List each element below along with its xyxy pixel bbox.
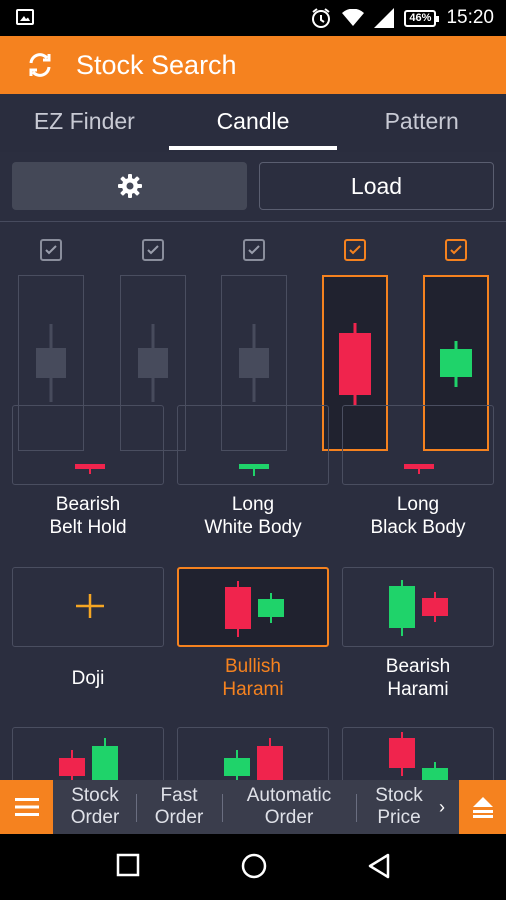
- load-button[interactable]: Load: [259, 162, 494, 210]
- tab-bar: EZ Finder Candle Pattern: [0, 94, 506, 152]
- app-header: Stock Search: [0, 36, 506, 94]
- slot-checkbox[interactable]: [40, 239, 62, 261]
- wifi-icon: [342, 9, 365, 26]
- pattern-thumbnail[interactable]: [12, 405, 164, 485]
- pattern-label: Bullish Harami: [222, 656, 284, 700]
- alarm-icon: [312, 8, 331, 28]
- pattern-thumbnail[interactable]: [12, 727, 164, 780]
- stock-order-button[interactable]: Stock Order: [58, 780, 132, 834]
- slot-checkbox[interactable]: [243, 239, 265, 261]
- home-icon[interactable]: [241, 853, 267, 879]
- clock: 15:20: [446, 7, 494, 28]
- pattern-thumbnail[interactable]: [177, 567, 329, 647]
- divider: [222, 794, 223, 822]
- pattern-label: Bearish Belt Hold: [49, 494, 127, 538]
- action-row: Load: [0, 152, 506, 222]
- fast-order-button[interactable]: Fast Order: [140, 780, 218, 834]
- menu-button[interactable]: [0, 780, 53, 834]
- hamburger-icon: [14, 798, 39, 816]
- stock-price-button[interactable]: Stock Price: [360, 780, 438, 834]
- pattern-thumbnail[interactable]: [342, 727, 494, 780]
- signal-icon: [374, 8, 395, 28]
- scroll-up-button[interactable]: [459, 780, 506, 834]
- system-nav-bar: [0, 834, 506, 900]
- divider: [356, 794, 357, 822]
- recent-apps-icon[interactable]: [116, 853, 140, 877]
- pattern-label: Long White Body: [204, 494, 302, 538]
- back-icon[interactable]: [367, 853, 391, 879]
- tab-ez-finder[interactable]: EZ Finder: [0, 94, 169, 152]
- pattern-thumbnail[interactable]: [342, 567, 494, 647]
- pattern-thumbnail[interactable]: [177, 727, 329, 780]
- slot-checkbox[interactable]: [344, 239, 366, 261]
- image-icon: [16, 9, 34, 25]
- settings-button[interactable]: [12, 162, 247, 210]
- pattern-label: Doji: [71, 668, 105, 689]
- tab-pattern[interactable]: Pattern: [337, 94, 506, 152]
- pattern-label: Bearish Harami: [385, 656, 451, 700]
- refresh-icon[interactable]: [22, 47, 58, 83]
- battery-icon: 46%: [404, 9, 440, 27]
- eject-icon: [472, 797, 493, 818]
- candle-panel: Load Bearish Belt Hold Long White Body L…: [0, 152, 506, 780]
- page-title: Stock Search: [76, 49, 237, 80]
- gear-icon: [117, 174, 142, 198]
- bottom-order-bar: Stock Order Fast Order Automatic Order S…: [0, 780, 506, 834]
- pattern-thumbnail[interactable]: [177, 405, 329, 485]
- tab-candle[interactable]: Candle: [168, 94, 338, 152]
- automatic-order-button[interactable]: Automatic Order: [226, 780, 352, 834]
- pattern-label: Long Black Body: [370, 494, 466, 538]
- slot-checkbox[interactable]: [142, 239, 164, 261]
- pattern-thumbnail[interactable]: [342, 405, 494, 485]
- slot-checkbox[interactable]: [445, 239, 467, 261]
- status-bar: 46% 15:20: [0, 0, 506, 36]
- pattern-thumbnail[interactable]: [12, 567, 164, 647]
- divider: [136, 794, 137, 822]
- chevron-right-icon[interactable]: ›: [439, 780, 445, 834]
